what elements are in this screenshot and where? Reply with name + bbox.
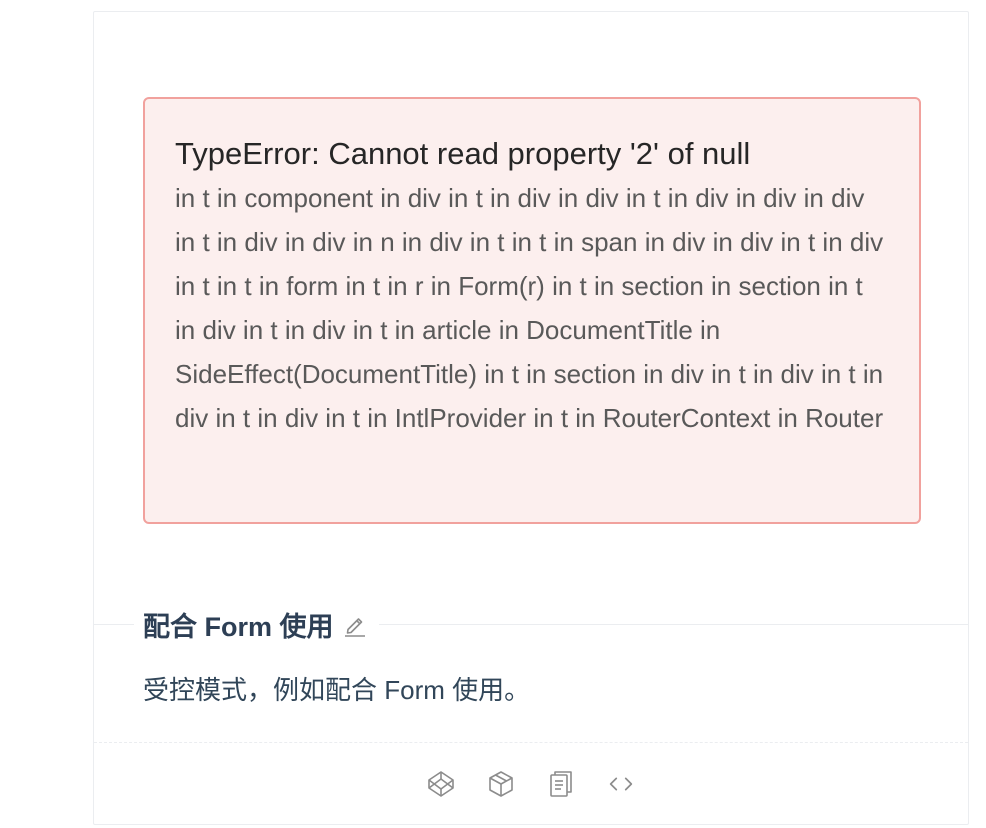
demo-title-container: 配合 Form 使用 [134, 608, 379, 642]
code-expand-icon[interactable] [605, 768, 637, 800]
error-stack-trace: in t in component in div in t in div in … [175, 183, 884, 433]
code-box-demo: TypeError: Cannot read property '2' of n… [93, 11, 969, 825]
demo-description: 受控模式，例如配合 Form 使用。 [143, 675, 531, 705]
codepen-icon[interactable] [425, 768, 457, 800]
edit-icon[interactable] [342, 610, 370, 638]
error-title: TypeError: Cannot read property '2' of n… [175, 136, 751, 171]
code-box-actions [94, 764, 968, 804]
copy-icon[interactable] [545, 768, 577, 800]
demo-meta-header: 配合 Form 使用 [94, 608, 968, 642]
demo-title: 配合 Form 使用 [143, 611, 334, 642]
error-boundary-alert: TypeError: Cannot read property '2' of n… [143, 97, 921, 524]
page: TypeError: Cannot read property '2' of n… [0, 0, 986, 828]
actions-divider [94, 742, 968, 743]
codesandbox-icon[interactable] [485, 768, 517, 800]
